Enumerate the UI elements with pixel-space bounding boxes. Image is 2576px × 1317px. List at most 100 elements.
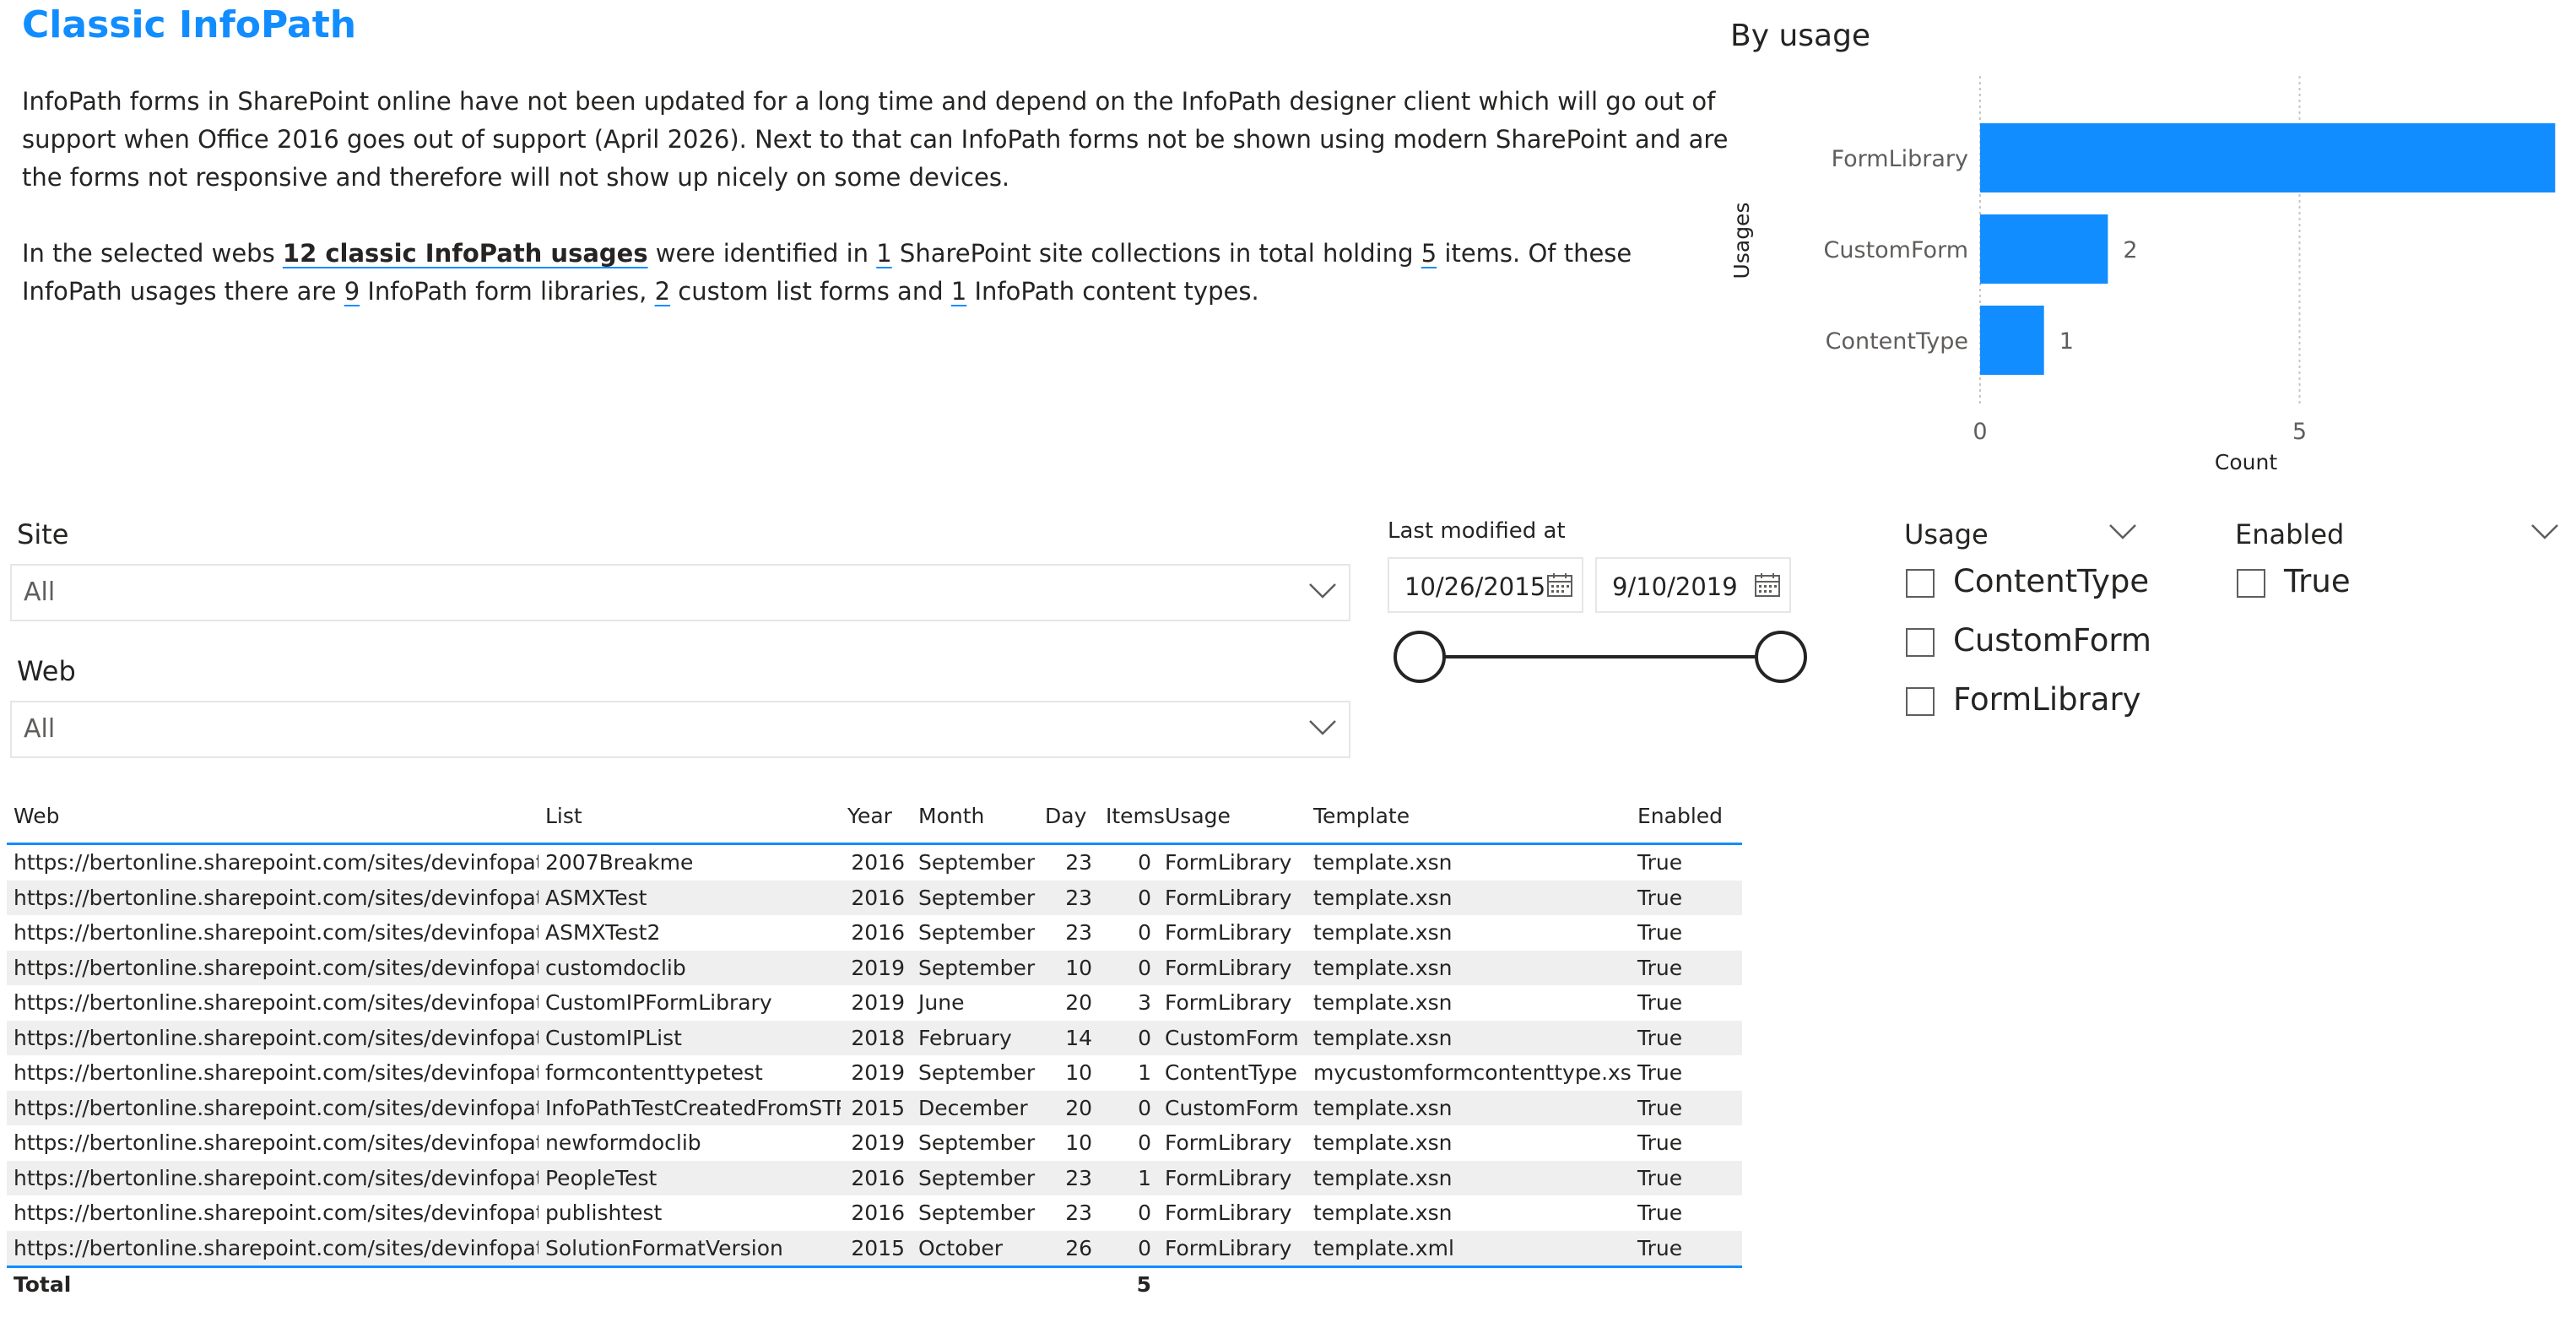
summary-paragraph: In the selected webs 12 classic InfoPath…	[22, 235, 1735, 311]
usage-option-label[interactable]: CustomForm	[1953, 622, 2151, 658]
end-date-input[interactable]: 9/10/2019	[1595, 557, 1791, 613]
cell-year: 2015	[841, 1230, 912, 1268]
cell-enabled: True	[1631, 1230, 1742, 1268]
cell-web: https://bertonline.sharepoint.com/sites/…	[14, 1060, 538, 1086]
cell-template: template.xsn	[1307, 880, 1631, 915]
cell-list: CustomIPList	[538, 1020, 841, 1055]
cell-list: ASMXTest2	[545, 920, 661, 946]
cell-enabled: True	[1631, 880, 1742, 915]
cell-month: September	[918, 1060, 1036, 1086]
cell-usage: FormLibrary	[1165, 990, 1292, 1016]
checkbox-enabled-true[interactable]	[2237, 569, 2265, 598]
cell-month: February	[912, 1020, 1038, 1055]
cell-year: 2019	[841, 950, 912, 985]
cell-template: template.xsn	[1313, 850, 1453, 875]
site-count[interactable]: 1	[876, 239, 891, 268]
slider-end-handle[interactable]	[1755, 631, 1807, 683]
cell-year: 2016	[851, 850, 905, 875]
cell-day: 20	[1065, 990, 1092, 1016]
x-tick-label: 5	[2292, 419, 2307, 445]
table-row[interactable]: https://bertonline.sharepoint.com/sites/…	[7, 1230, 1742, 1268]
cell-year: 2015	[841, 1090, 912, 1125]
cell-template: template.xsn	[1307, 1160, 1631, 1195]
table-row[interactable]: https://bertonline.sharepoint.com/sites/…	[7, 985, 1742, 1021]
site-slicer-label: Site	[17, 518, 69, 550]
cell-day: 23	[1065, 1200, 1092, 1226]
table-row[interactable]: https://bertonline.sharepoint.com/sites/…	[7, 844, 1742, 881]
slider-start-handle[interactable]	[1394, 631, 1446, 683]
cell-template: template.xsn	[1313, 990, 1453, 1016]
cell-enabled: True	[1631, 950, 1742, 985]
cell-items: 1	[1138, 1060, 1151, 1086]
usage-option-label[interactable]: FormLibrary	[1953, 681, 2141, 718]
table-row[interactable]: https://bertonline.sharepoint.com/sites/…	[7, 1055, 1742, 1091]
column-header-items[interactable]: Items	[1099, 789, 1165, 845]
usages-count[interactable]: 12 classic InfoPath usages	[283, 239, 648, 268]
checkbox-customform[interactable]	[1906, 628, 1935, 657]
cell-month: June	[918, 990, 965, 1016]
checkbox-contenttype[interactable]	[1906, 569, 1935, 598]
cell-web: https://bertonline.sharepoint.com/sites/…	[14, 1200, 538, 1226]
column-header-enabled[interactable]: Enabled	[1631, 789, 1742, 845]
cell-template: mycustomformcontenttype.xsn	[1313, 1060, 1631, 1086]
cell-day: 23	[1065, 850, 1092, 875]
cell-usage: FormLibrary	[1165, 1130, 1292, 1156]
column-header-year[interactable]: Year	[841, 789, 912, 845]
cell-template: template.xsn	[1307, 950, 1631, 985]
column-header-template[interactable]: Template	[1307, 789, 1631, 845]
cell-month: September	[918, 920, 1036, 946]
enabled-option-label[interactable]: True	[2284, 563, 2351, 599]
table-total-row: Total 5	[7, 1266, 1742, 1300]
table-row[interactable]: https://bertonline.sharepoint.com/sites/…	[7, 915, 1742, 951]
cell-day: 10	[1065, 1060, 1092, 1086]
start-date-input[interactable]: 10/26/2015	[1388, 557, 1583, 613]
column-header-usage[interactable]: Usage	[1158, 789, 1307, 845]
items-count[interactable]: 5	[1421, 239, 1437, 268]
calendar-icon[interactable]	[1754, 572, 1781, 598]
web-slicer-label: Web	[17, 655, 76, 687]
bar-contenttype[interactable]	[1980, 306, 2044, 375]
cell-template: template.xsn	[1307, 1020, 1631, 1055]
table-row[interactable]: https://bertonline.sharepoint.com/sites/…	[7, 1090, 1742, 1125]
cell-day: 23	[1065, 920, 1092, 946]
cell-template: template.xsn	[1313, 1130, 1453, 1156]
bar-customform[interactable]	[1980, 214, 2108, 284]
column-header-list[interactable]: List	[538, 789, 841, 845]
table-row[interactable]: https://bertonline.sharepoint.com/sites/…	[7, 1020, 1742, 1055]
cell-usage: FormLibrary	[1158, 880, 1307, 915]
checkbox-formlibrary[interactable]	[1906, 687, 1935, 716]
content-types-count[interactable]: 1	[951, 277, 966, 306]
bar-formlibrary[interactable]	[1980, 123, 2556, 192]
cell-enabled: True	[1631, 1160, 1742, 1195]
web-dropdown[interactable]: All	[10, 701, 1350, 758]
cell-web: https://bertonline.sharepoint.com/sites/…	[7, 1020, 538, 1055]
column-header-web[interactable]: Web	[7, 789, 538, 845]
chevron-down-icon[interactable]	[2108, 522, 2137, 542]
cell-year: 2019	[851, 1060, 905, 1086]
date-range-slider[interactable]	[1384, 625, 1823, 692]
cell-web: https://bertonline.sharepoint.com/sites/…	[7, 1090, 538, 1125]
web-dropdown-value: All	[24, 714, 56, 744]
cell-usage: CustomForm	[1158, 1020, 1307, 1055]
cell-day: 23	[1038, 1160, 1099, 1195]
table-row[interactable]: https://bertonline.sharepoint.com/sites/…	[7, 1195, 1742, 1231]
custom-forms-count[interactable]: 2	[655, 277, 670, 306]
column-header-month[interactable]: Month	[912, 789, 1038, 845]
form-libraries-count[interactable]: 9	[344, 277, 360, 306]
column-header-day[interactable]: Day	[1038, 789, 1099, 845]
cell-enabled: True	[1637, 920, 1683, 946]
cell-items: 0	[1138, 920, 1151, 946]
cell-web: https://bertonline.sharepoint.com/sites/…	[7, 1230, 538, 1268]
site-dropdown[interactable]: All	[10, 564, 1350, 621]
table-row[interactable]: https://bertonline.sharepoint.com/sites/…	[7, 1160, 1742, 1195]
table-row[interactable]: https://bertonline.sharepoint.com/sites/…	[7, 950, 1742, 985]
cell-list: newformdoclib	[545, 1130, 701, 1156]
table-row[interactable]: https://bertonline.sharepoint.com/sites/…	[7, 1125, 1742, 1161]
intro-paragraph: InfoPath forms in SharePoint online have…	[22, 87, 1729, 192]
cell-web: https://bertonline.sharepoint.com/sites/…	[7, 880, 538, 915]
chevron-down-icon[interactable]	[2530, 522, 2559, 542]
summary-text: custom list forms and	[670, 277, 951, 306]
calendar-icon[interactable]	[1546, 572, 1573, 598]
table-row[interactable]: https://bertonline.sharepoint.com/sites/…	[7, 880, 1742, 915]
usage-option-label[interactable]: ContentType	[1953, 563, 2149, 599]
